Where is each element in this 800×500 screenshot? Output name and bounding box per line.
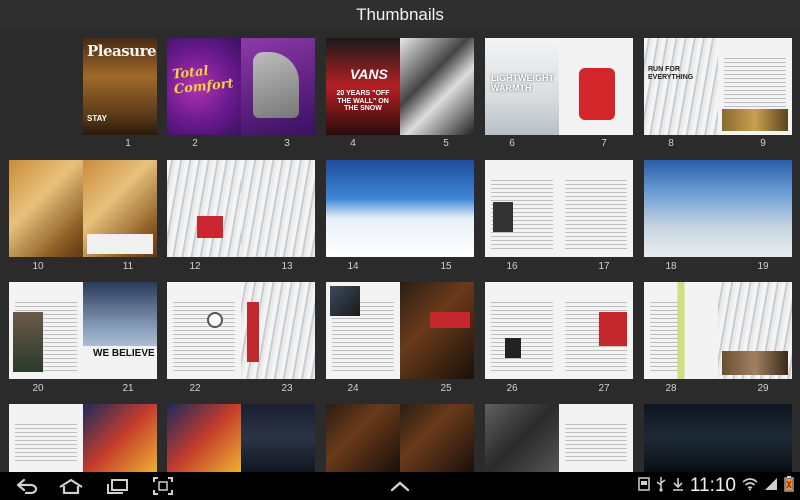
page-thumbnail-13[interactable] [241,160,315,257]
page-thumbnail-6[interactable]: LIGHTWEIGHT WARMTH [485,38,559,135]
page-number: 22 [189,383,201,394]
page-thumbnail-33[interactable] [241,404,315,472]
page-thumbnail-22[interactable] [167,282,241,379]
cover-subtitle: STAY [87,114,108,123]
system-nav-bar: 11:10 [0,472,800,500]
download-icon [672,477,684,496]
page-number: 27 [598,383,610,394]
page-thumbnail-35[interactable] [400,404,474,472]
wifi-icon [742,477,758,496]
page-thumbnail-21[interactable]: WE BELIEVE [83,282,157,379]
page-number: 13 [281,261,293,272]
home-icon[interactable] [56,476,86,496]
page-thumbnail-37[interactable] [559,404,633,472]
page-thumbnail-29[interactable] [718,282,792,379]
page-thumbnail-28[interactable] [644,282,718,379]
page-thumbnail-10[interactable] [9,160,83,257]
page-thumbnail-15[interactable] [400,160,474,257]
page-thumbnail-23[interactable] [241,282,315,379]
page-thumbnail-36[interactable] [485,404,559,472]
page-number: 21 [122,383,134,394]
cover-title: Pleasure [87,42,157,60]
thumbnail-grid[interactable]: Pleasure STAY 1 Total Comfort 2 3 VANS 2… [0,30,800,472]
page-number: 3 [284,138,290,149]
page-number: 14 [347,261,359,272]
page-title: Thumbnails [356,5,444,24]
page-thumbnail-16[interactable] [485,160,559,257]
page-number: 26 [506,383,518,394]
page-number: 12 [189,261,201,272]
signal-icon [764,477,778,496]
page-thumbnail-38[interactable] [644,404,718,472]
page-thumbnail-20[interactable] [9,282,83,379]
page-thumbnail-3[interactable] [241,38,315,135]
title-bar: Thumbnails [0,0,800,30]
page-headline: RUN FOR EVERYTHING [648,66,694,81]
page-number: 2 [192,138,198,149]
page-thumbnail-14[interactable] [326,160,400,257]
back-icon[interactable] [12,476,42,496]
page-thumbnail-9[interactable] [718,38,792,135]
page-number: 15 [440,261,452,272]
gallery-icon [638,476,650,496]
page-number: 1 [125,138,131,149]
page-headline: VANS [350,66,388,82]
page-thumbnail-5[interactable] [400,38,474,135]
page-number: 24 [347,383,359,394]
page-thumbnail-30[interactable] [9,404,83,472]
page-thumbnail-4[interactable]: VANS 20 YEARS "OFF THE WALL" ON THE SNOW [326,38,400,135]
page-number: 11 [122,261,134,272]
page-headline: WE BELIEVE [93,348,155,359]
page-thumbnail-1[interactable]: Pleasure STAY [83,38,157,135]
page-number: 25 [440,383,452,394]
page-number: 4 [350,138,356,149]
page-thumbnail-24[interactable] [326,282,400,379]
page-text: 20 YEARS "OFF THE WALL" ON THE SNOW [336,90,390,113]
page-number: 17 [598,261,610,272]
page-number: 29 [757,383,769,394]
page-thumbnail-2[interactable]: Total Comfort [167,38,241,135]
page-number: 16 [506,261,518,272]
page-number: 23 [281,383,293,394]
page-thumbnail-19[interactable] [718,160,792,257]
page-thumbnail-25[interactable] [400,282,474,379]
page-thumbnail-27[interactable] [559,282,633,379]
page-thumbnail-17[interactable]: #110 [559,160,633,257]
page-thumbnail-32[interactable] [167,404,241,472]
page-thumbnail-18[interactable] [644,160,718,257]
recent-apps-icon[interactable] [102,476,132,496]
page-thumbnail-39[interactable] [718,404,792,472]
page-thumbnail-11[interactable] [83,160,157,257]
clock: 11:10 [689,475,736,496]
page-number: 28 [665,383,677,394]
usb-icon [656,476,666,497]
page-number: 8 [668,138,674,149]
page-thumbnail-7[interactable] [559,38,633,135]
collapse-chevron-icon[interactable] [385,476,415,496]
page-number: 18 [665,261,677,272]
battery-icon [784,475,794,497]
page-number: 6 [509,138,515,149]
page-number: 19 [757,261,769,272]
page-headline: LIGHTWEIGHT WARMTH [491,73,554,93]
page-thumbnail-8[interactable]: RUN FOR EVERYTHING [644,38,718,135]
page-number: 7 [601,138,607,149]
page-thumbnail-34[interactable] [326,404,400,472]
page-thumbnail-31[interactable] [83,404,157,472]
page-number: 10 [32,261,44,272]
page-number: 9 [760,138,766,149]
page-thumbnail-26[interactable] [485,282,559,379]
page-thumbnail-12[interactable] [167,160,241,257]
page-number: 5 [443,138,449,149]
screenshot-icon[interactable] [148,476,178,496]
page-number: 20 [32,383,44,394]
status-area[interactable]: 11:10 [638,472,794,500]
